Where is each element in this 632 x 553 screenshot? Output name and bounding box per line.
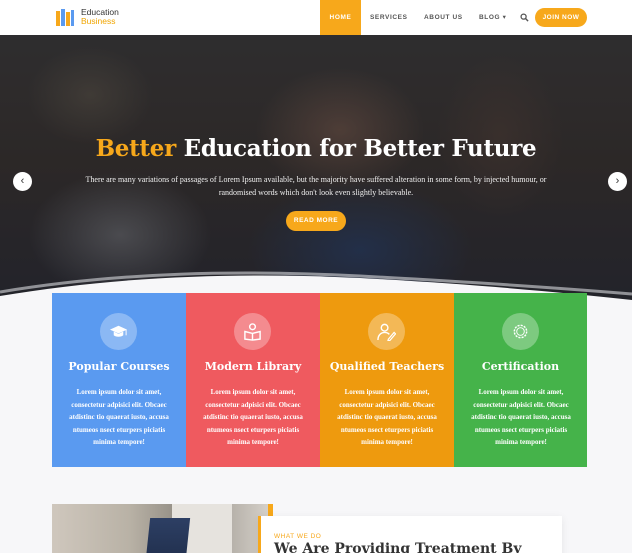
feature-card-certification[interactable]: Certification Lorem ipsum dolor sit amet… (454, 293, 587, 467)
feature-text: Lorem ipsum dolor sit amet, consectetur … (69, 388, 169, 446)
about-image (52, 504, 272, 553)
join-now-button[interactable]: JOIN NOW (535, 8, 587, 27)
feature-title: Qualified Teachers (329, 360, 445, 373)
nav-blog[interactable]: BLOG ▾ (479, 0, 506, 35)
feature-card-popular-courses[interactable]: Popular Courses Lorem ipsum dolor sit am… (52, 293, 186, 467)
feature-card-qualified-teachers[interactable]: Qualified Teachers Lorem ipsum dolor sit… (320, 293, 454, 467)
hero-title: Better Education for Better Future (0, 135, 632, 162)
graduation-cap-icon (109, 325, 128, 337)
chevron-right-icon: › (615, 175, 620, 187)
card-icon-wrap (368, 313, 405, 350)
hero-title-rest: Education for Better Future (183, 135, 537, 162)
feature-title: Modern Library (204, 360, 302, 373)
hero-subtitle: There are many variations of passages of… (85, 175, 547, 197)
certificate-seal-icon (513, 324, 528, 339)
card-icon-wrap (234, 313, 271, 350)
card-icon-wrap (100, 313, 137, 350)
hero-title-highlight: Better (95, 135, 177, 162)
chevron-down-icon: ▾ (502, 14, 507, 21)
slider-prev-button[interactable]: ‹ (13, 172, 32, 191)
book-stack-logo-icon (56, 9, 74, 26)
card-icon-wrap (502, 313, 539, 350)
feature-title: Certification (481, 360, 560, 373)
feature-text: Lorem ipsum dolor sit amet, consectetur … (471, 388, 571, 446)
section-label: WHAT WE DO (274, 533, 322, 540)
feature-text: Lorem ipsum dolor sit amet, consectetur … (337, 388, 437, 446)
feature-title: Popular Courses (68, 360, 170, 373)
brand-name: Education Business (81, 8, 119, 26)
section-title: We Are Providing Treatment By (274, 541, 522, 553)
hero-slider: Better Education for Better Future There… (0, 35, 632, 310)
search-icon[interactable] (520, 13, 529, 22)
hero-overlay (0, 35, 632, 310)
nav-about-us[interactable]: ABOUT US (424, 0, 463, 35)
feature-text: Lorem ipsum dolor sit amet, consectetur … (203, 388, 303, 446)
brand-line-2: Business (81, 16, 116, 26)
slider-next-button[interactable]: › (608, 172, 627, 191)
nav-blog-label: BLOG (479, 14, 501, 21)
nav-services[interactable]: SERVICES (370, 0, 408, 35)
read-more-button[interactable]: READ MORE (286, 211, 346, 231)
reader-book-icon (244, 323, 261, 341)
top-navigation: Education Business HOME SERVICES ABOUT U… (0, 0, 632, 35)
chevron-left-icon: ‹ (20, 175, 25, 187)
feature-card-modern-library[interactable]: Modern Library Lorem ipsum dolor sit ame… (186, 293, 320, 467)
teacher-icon (377, 323, 396, 341)
nav-home[interactable]: HOME (320, 0, 361, 35)
necktie-shape (143, 518, 191, 553)
brand-logo[interactable]: Education Business (55, 8, 125, 28)
